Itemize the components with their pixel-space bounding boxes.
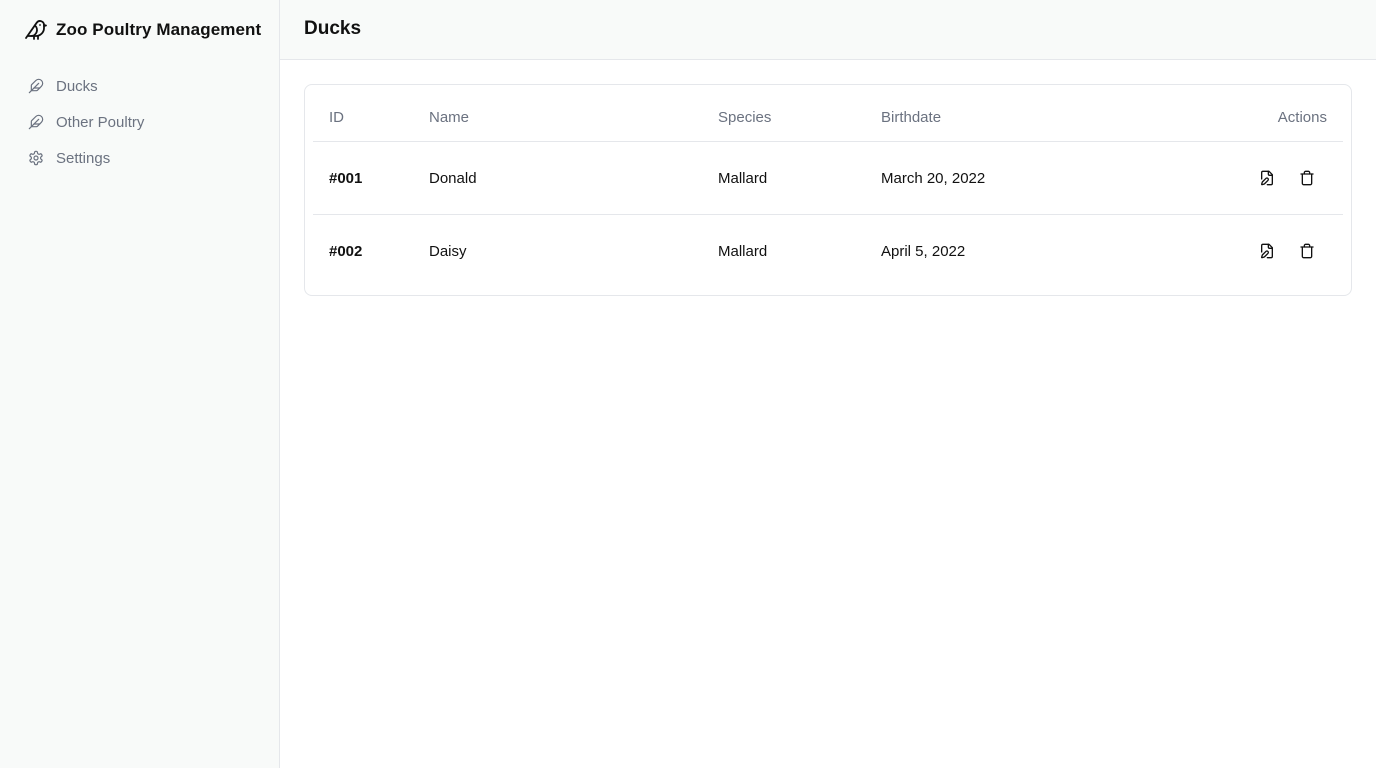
edit-file-icon — [1259, 243, 1275, 259]
sidebar-item-other-poultry[interactable]: Other Poultry — [24, 110, 256, 134]
sidebar-item-label: Settings — [56, 149, 111, 167]
cell-id: #001 — [329, 170, 363, 187]
sidebar-item-label: Other Poultry — [56, 113, 145, 131]
trash-icon — [1299, 170, 1315, 186]
edit-file-icon — [1259, 170, 1275, 186]
divider — [313, 214, 1343, 215]
cell-birthdate: March 20, 2022 — [881, 170, 986, 187]
sidebar: Zoo Poultry Management Ducks Other Poult… — [0, 0, 280, 768]
column-header-species: Species — [718, 109, 772, 126]
feather-icon — [28, 114, 44, 130]
sidebar-item-label: Ducks — [56, 77, 98, 95]
feather-icon — [28, 78, 44, 94]
sidebar-item-ducks[interactable]: Ducks — [24, 74, 256, 98]
trash-icon — [1299, 243, 1315, 259]
delete-button[interactable] — [1295, 239, 1319, 263]
brand[interactable]: Zoo Poultry Management — [24, 18, 261, 42]
page-header: Ducks — [280, 0, 1376, 60]
edit-button[interactable] — [1255, 166, 1279, 190]
app-title: Zoo Poultry Management — [56, 20, 262, 39]
cell-name: Donald — [429, 170, 477, 187]
sidebar-nav: Ducks Other Poultry Settings — [24, 74, 256, 182]
cell-species: Mallard — [718, 170, 768, 187]
cell-name: Daisy — [429, 243, 467, 260]
column-header-actions: Actions — [1277, 109, 1327, 126]
cell-species: Mallard — [718, 243, 768, 260]
sidebar-item-settings[interactable]: Settings — [24, 146, 256, 170]
column-header-id: ID — [329, 109, 344, 126]
bird-icon — [24, 18, 48, 42]
divider — [313, 141, 1343, 142]
cell-id: #002 — [329, 243, 363, 260]
delete-button[interactable] — [1295, 166, 1319, 190]
gear-icon — [28, 150, 44, 166]
edit-button[interactable] — [1255, 239, 1279, 263]
column-header-name: Name — [429, 109, 470, 126]
page-title: Ducks — [304, 18, 362, 39]
ducks-table: ID Name Species Birthdate Actions #001 D… — [304, 84, 1352, 296]
cell-birthdate: April 5, 2022 — [881, 243, 966, 260]
column-header-birthdate: Birthdate — [881, 109, 942, 126]
